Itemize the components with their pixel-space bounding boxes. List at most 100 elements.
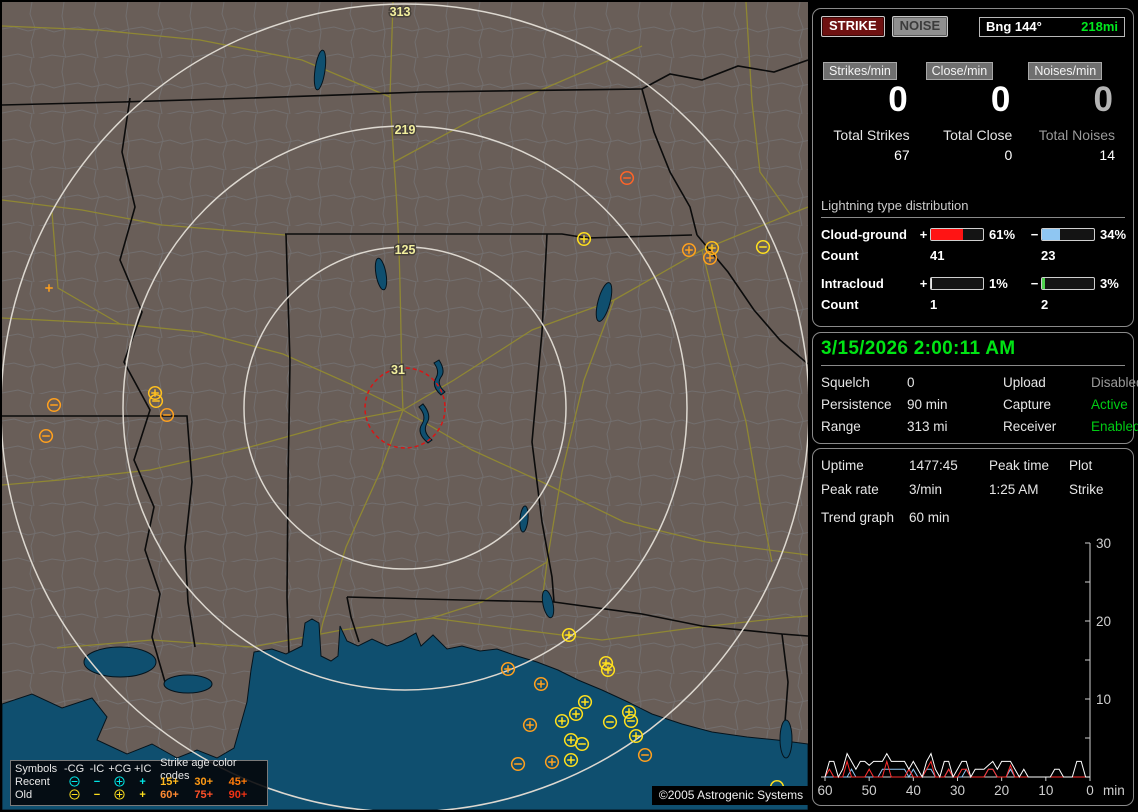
cg-plus-old-icon <box>108 788 131 803</box>
close-per-min-chip[interactable]: Close/min <box>925 62 994 80</box>
map-area: 313 219 125 31 Symbols -CG -IC +CG +IC S… <box>2 2 810 810</box>
trend-graph-chart: 30 20 10 60 50 40 30 20 10 0 min <box>817 536 1124 798</box>
range-value: 313 mi <box>907 419 948 434</box>
total-strikes-value: 67 <box>894 147 910 163</box>
total-noises-value: 14 <box>1099 147 1115 163</box>
noise-toggle-button[interactable]: NOISE <box>891 16 949 37</box>
map-legend: Symbols -CG -IC +CG +IC Strike age color… <box>10 757 268 806</box>
svg-text:10: 10 <box>1096 692 1111 707</box>
legend-recent-label: Recent <box>15 776 50 788</box>
age-code-75: 75+ <box>194 789 214 801</box>
cg-count-label: Count <box>821 248 859 263</box>
noises-per-min-value: 0 <box>1093 80 1113 119</box>
total-close-value: 0 <box>1004 147 1013 163</box>
svg-text:30: 30 <box>1096 536 1111 551</box>
ring-label-219: 219 <box>395 123 416 137</box>
clock-status-panel: 3/15/2026 2:00:11 AM Squelch 0 Upload Di… <box>812 332 1138 444</box>
bearing-readout: Bng 144° 218mi <box>979 16 1125 37</box>
status-grid: Squelch 0 Upload Disabled Persistence 90… <box>821 375 1138 434</box>
trend-graph-row: Trend graph 60 min <box>821 510 1125 525</box>
persistence-value: 90 min <box>907 397 948 412</box>
bearing-range: 218mi <box>1081 19 1118 34</box>
age-code-30: 30+ <box>194 776 214 788</box>
uptime-label: Uptime <box>821 458 864 473</box>
strike-stats-panel: STRIKE NOISE Bng 144° 218mi Strikes/min … <box>812 8 1134 327</box>
cg-positive-pct: 61% <box>989 227 1016 242</box>
legend-col-pic: +IC <box>133 763 152 775</box>
legend-old-row: Old − + 60+ 75+ 90+ <box>15 789 263 802</box>
age-code-90: 90+ <box>228 789 248 801</box>
strikes-per-min-value: 0 <box>888 80 908 119</box>
ic-positive-meter <box>930 277 984 290</box>
svg-text:40: 40 <box>906 783 921 798</box>
trend-graph-value: 60 min <box>909 510 950 525</box>
cloud-ground-count-row: Count 41 23 <box>821 248 1125 263</box>
ic-negative-pct: 3% <box>1100 276 1119 291</box>
status-sidebar: STRIKE NOISE Bng 144° 218mi Strikes/min … <box>810 0 1138 812</box>
peak-time-label: Peak time <box>989 458 1050 473</box>
svg-text:30: 30 <box>950 783 965 798</box>
cg-negative-meter <box>1041 228 1095 241</box>
cloud-ground-label: Cloud-ground <box>821 227 907 242</box>
cloud-ground-row: Cloud-ground + 61% − 34% <box>821 227 1126 242</box>
trend-graph-label: Trend graph <box>821 510 895 525</box>
capture-status: Active <box>1091 397 1128 412</box>
cg-positive-count: 41 <box>930 248 945 263</box>
ic-positive-count: 1 <box>930 297 938 312</box>
svg-text:0: 0 <box>1086 783 1094 798</box>
legend-recent-row: Recent − + 15+ 30+ 45+ <box>15 776 263 789</box>
map-canvas[interactable]: 313 219 125 31 <box>2 2 808 810</box>
minus-sign: − <box>1030 276 1039 291</box>
ring-label-31: 31 <box>391 363 405 377</box>
legend-old-label: Old <box>15 789 33 801</box>
intracloud-row: Intracloud + 1% − 3% <box>821 276 1125 291</box>
age-code-60: 60+ <box>160 789 179 801</box>
rate-value-row: 0 0 0 <box>819 80 1127 118</box>
persistence-label: Persistence <box>821 397 892 412</box>
svg-text:10: 10 <box>1038 783 1053 798</box>
totals-value-row: 67 0 14 <box>819 143 1127 163</box>
intracloud-count-row: Count 1 2 <box>821 297 1125 312</box>
receiver-status: Enabled <box>1091 419 1138 434</box>
ic-positive-pct: 1% <box>989 276 1008 291</box>
capture-label: Capture <box>1003 397 1052 412</box>
total-noises-label: Total Noises <box>1038 127 1115 143</box>
peak-rate-label: Peak rate <box>821 482 879 497</box>
close-per-min-value: 0 <box>990 80 1011 119</box>
uptime-value: 1477:45 <box>909 458 958 473</box>
strike-toggle-button[interactable]: STRIKE <box>821 16 885 37</box>
strikes-per-min-chip[interactable]: Strikes/min <box>823 62 897 80</box>
copyright-text: ©2005 Astrogenic Systems <box>652 786 810 805</box>
cg-negative-count: 23 <box>1041 248 1056 263</box>
legend-symbols-label: Symbols <box>15 763 58 775</box>
noises-per-min-chip[interactable]: Noises/min <box>1028 62 1103 80</box>
svg-text:20: 20 <box>994 783 1009 798</box>
date-time-display: 3/15/2026 2:00:11 AM <box>821 338 1125 366</box>
ic-minus-recent-icon: − <box>93 776 101 788</box>
peak-time-value: 1:25 AM <box>989 482 1039 497</box>
ic-count-label: Count <box>821 297 859 312</box>
age-code-45: 45+ <box>228 776 248 788</box>
ic-plus-recent-icon: + <box>139 776 146 788</box>
legend-header-row: Symbols -CG -IC +CG +IC Strike age color… <box>15 757 263 782</box>
ic-plus-old-icon: + <box>139 789 146 801</box>
svg-text:20: 20 <box>1096 614 1111 629</box>
plot-mode-value: Strike <box>1069 482 1104 497</box>
intracloud-label: Intracloud <box>821 276 884 291</box>
ring-label-313: 313 <box>390 5 411 19</box>
receiver-label: Receiver <box>1003 419 1057 434</box>
legend-col-nic: -IC <box>89 763 105 775</box>
plus-sign: + <box>919 227 928 242</box>
ic-negative-count: 2 <box>1041 297 1049 312</box>
totals-label-row: Total Strikes Total Close Total Noises <box>819 118 1127 143</box>
range-label: Range <box>821 419 861 434</box>
uptime-grid: Uptime 1477:45 Peak time Plot Peak rate … <box>821 458 1125 497</box>
cg-negative-pct: 34% <box>1100 227 1127 242</box>
cg-positive-meter <box>930 228 984 241</box>
trend-panel: Uptime 1477:45 Peak time Plot Peak rate … <box>812 448 1134 806</box>
upload-label: Upload <box>1003 375 1046 390</box>
ic-negative-meter <box>1041 277 1095 290</box>
mode-button-row: STRIKE NOISE Bng 144° 218mi <box>821 16 1125 37</box>
svg-text:60: 60 <box>817 783 832 798</box>
total-strikes-label: Total Strikes <box>833 127 910 143</box>
